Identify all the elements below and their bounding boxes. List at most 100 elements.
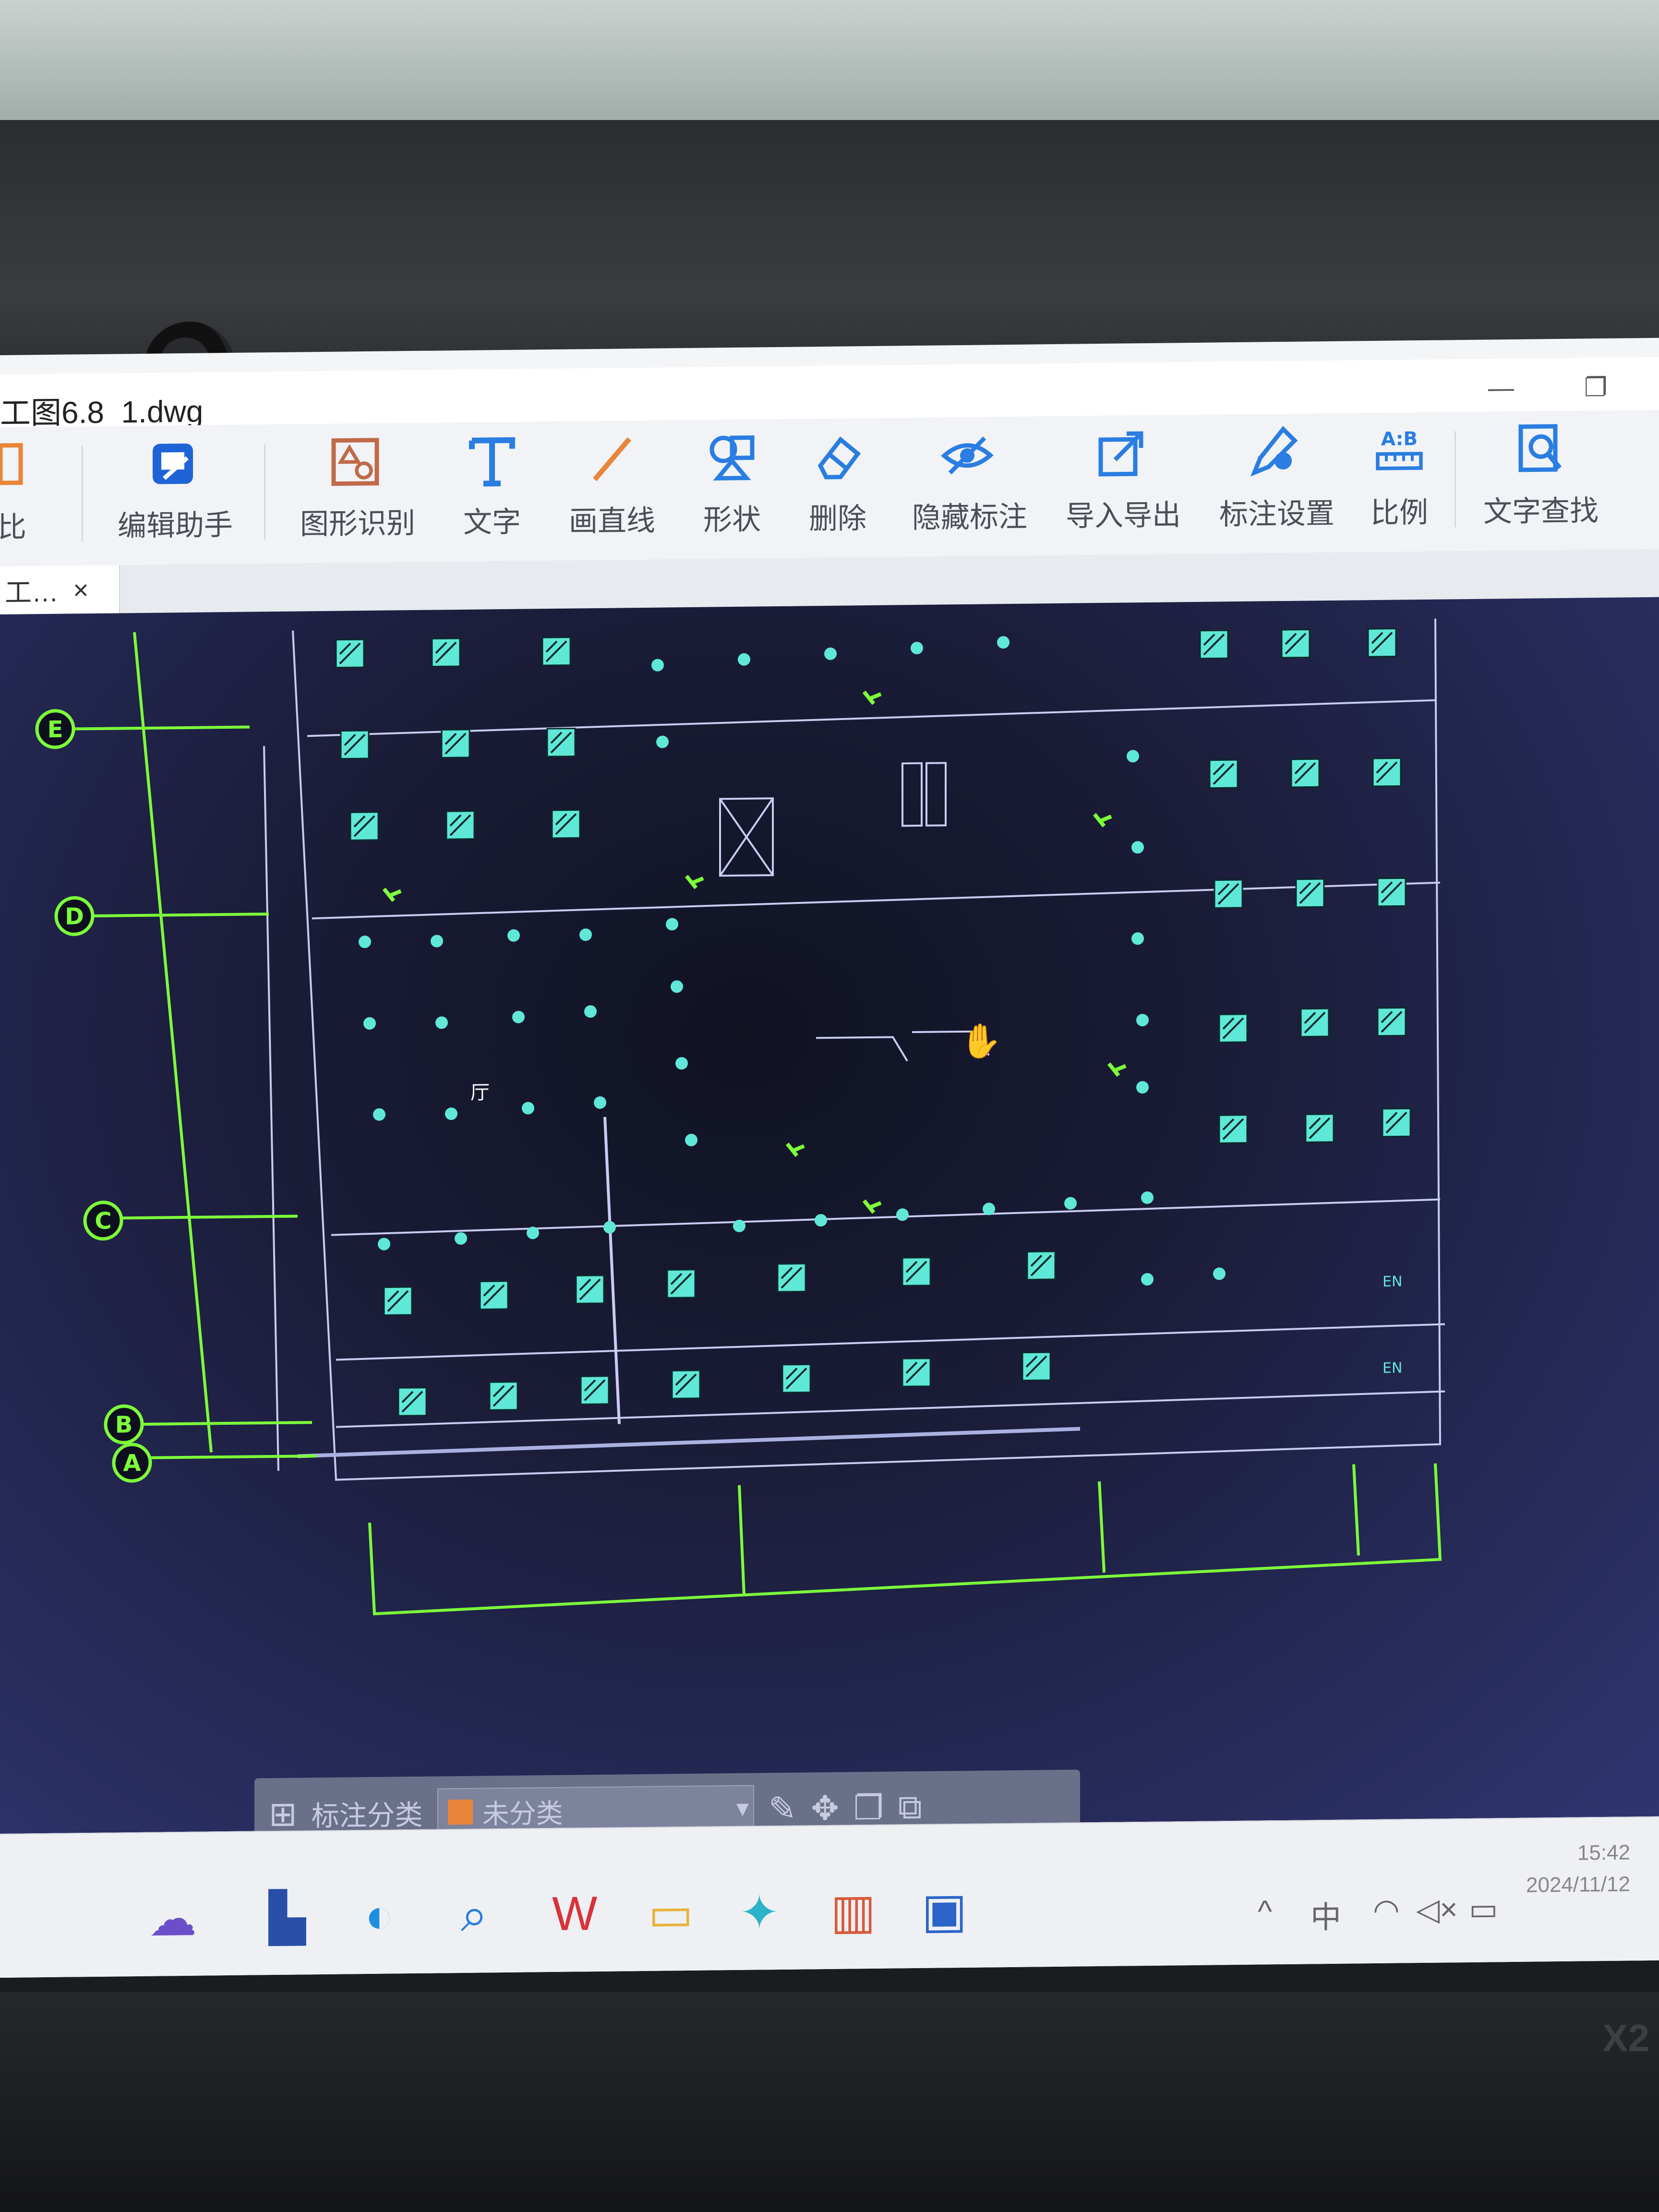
scale-button[interactable]: A:B 比例 [1344, 421, 1455, 531]
switch-symbol [862, 1199, 882, 1214]
downlight-dot [824, 647, 837, 660]
emergency-tag: EN [1382, 1273, 1402, 1290]
switch-symbol [785, 1142, 805, 1157]
wiring-line [816, 1036, 908, 1062]
volume-muted-icon[interactable]: ◁× [1416, 1891, 1458, 1928]
line-icon [593, 437, 631, 481]
downlight-dot [359, 936, 371, 949]
delete-button[interactable]: 删除 [782, 428, 893, 538]
shape-icon [709, 435, 755, 481]
app-icon[interactable]: ✦ [739, 1884, 780, 1941]
downlight-dot [997, 636, 1010, 649]
system-clock[interactable]: 15:42 2024/11/12 [1526, 1837, 1630, 1901]
draw-line-button[interactable]: 画直线 [557, 430, 667, 540]
downlight-dot [435, 1016, 448, 1029]
annotation-settings-button[interactable]: 标注设置 [1219, 423, 1334, 533]
text-search-button[interactable]: 文字查找 [1479, 420, 1603, 530]
downlight-dot [1141, 1273, 1154, 1286]
compare-icon [0, 443, 23, 485]
downlight-dot [522, 1102, 534, 1115]
grid-label-e: E [48, 716, 63, 743]
downlight-dot [738, 653, 750, 666]
close-icon[interactable]: × [73, 574, 89, 605]
battery-icon[interactable]: ▭ [1469, 1891, 1498, 1927]
edit-icon[interactable]: ✎ [769, 1789, 797, 1829]
ribbon-separator [82, 445, 83, 542]
tray-chevron-icon[interactable]: ^ [1258, 1893, 1272, 1929]
text-search-icon [1518, 424, 1562, 472]
edit-assistant-button[interactable]: 编辑助手 [118, 434, 233, 544]
minimize-button[interactable]: — [1488, 373, 1514, 403]
axis-line-b [134, 1421, 312, 1426]
downlight-dot [594, 1096, 606, 1109]
downlight-dot [896, 1208, 909, 1221]
document-tab[interactable]: 工… × [0, 565, 120, 614]
dimension-tick [1352, 1464, 1360, 1556]
downlight-dot [1131, 932, 1144, 945]
inner-wall [263, 746, 279, 1471]
downlight-dot [373, 1108, 385, 1121]
downlight-dot [671, 980, 683, 993]
wall-line [307, 699, 1436, 737]
ime-indicator[interactable]: 中 [1310, 1893, 1341, 1937]
wps-office-icon[interactable]: W [552, 1886, 597, 1942]
downlight-dot [579, 928, 592, 941]
axis-line-d [86, 913, 269, 918]
move-icon[interactable]: ✥ [811, 1789, 839, 1828]
annotation-category-value: 未分类 [482, 1798, 563, 1829]
import-export-button[interactable]: 导入导出 [1066, 424, 1181, 534]
brand-label: X2 [1602, 2017, 1649, 2059]
eraser-icon [817, 436, 861, 480]
hide-annotation-button[interactable]: 隐藏标注 [912, 426, 1027, 536]
dimension-tick [738, 1485, 745, 1596]
laptop-screen: 工图6.8_1.dwg — ❐ 对比 编辑助手 图形识别 文字 画直线 形状 删… [0, 337, 1659, 1978]
downlight-dot [512, 1010, 525, 1023]
scale-ratio-text: A:B [1381, 428, 1418, 450]
drawing-canvas[interactable]: E D C B A 厅 EN EN ✋ [0, 597, 1659, 1834]
cad-app-icon[interactable]: ▣ [922, 1882, 967, 1939]
restore-button[interactable]: ❐ [1584, 372, 1607, 403]
search-icon[interactable]: ⌕ [461, 1887, 488, 1943]
ribbon-separator [264, 444, 265, 540]
annotation-settings-icon [1250, 426, 1298, 477]
downlight-dot [675, 1057, 688, 1070]
file-explorer-icon[interactable]: ▭ [648, 1885, 693, 1942]
clock-date: 2024/11/12 [1526, 1872, 1630, 1897]
downlight-dot [378, 1238, 390, 1250]
shaft-box [926, 762, 947, 827]
grid-label-d: D [65, 903, 84, 930]
start-icon[interactable]: ▙ [269, 1889, 306, 1946]
downlight-dot [911, 641, 923, 654]
paste-icon[interactable]: ⧉ [898, 1788, 922, 1827]
wall-line [331, 1198, 1441, 1236]
text-button[interactable]: 文字 [437, 431, 547, 541]
downlight-dot [1213, 1267, 1226, 1280]
laptop-bezel-bottom [0, 1992, 1659, 2212]
compare-button[interactable]: 对比 [0, 436, 53, 546]
downlight-dot [1131, 841, 1144, 854]
category-grid-icon[interactable]: ⊞ [269, 1794, 297, 1834]
downlight-dot [603, 1221, 616, 1234]
shape-recognition-icon [331, 438, 379, 486]
widgets-icon[interactable]: ☁ [149, 1890, 197, 1947]
downlight-dot [431, 935, 443, 948]
downlight-dot [1136, 1081, 1149, 1094]
copy-icon[interactable]: ❐ [854, 1788, 884, 1828]
cad-drawing[interactable]: E D C B A 厅 EN EN [0, 597, 1659, 1834]
edge-browser-icon[interactable]: ◐ [365, 1888, 394, 1944]
shape-button[interactable]: 形状 [677, 429, 787, 539]
app-icon[interactable]: ▥ [830, 1883, 876, 1940]
lighting-fixtures [335, 628, 1411, 1417]
shape-recognition-button[interactable]: 图形识别 [300, 433, 415, 542]
grid-label-a: A [123, 1450, 141, 1477]
wall-line [312, 881, 1441, 920]
chevron-down-icon: ▼ [732, 1797, 753, 1821]
edit-assistant-icon [153, 443, 193, 484]
scale-icon: A:B [1376, 428, 1423, 470]
document-tab-label: 工… [5, 577, 59, 608]
downlight-dot [656, 735, 669, 748]
switch-symbol [1093, 813, 1112, 828]
hand-cursor-icon: ✋ [960, 1022, 1002, 1060]
wifi-icon[interactable]: ◠ [1373, 1892, 1400, 1928]
downlight-dot [651, 659, 664, 672]
